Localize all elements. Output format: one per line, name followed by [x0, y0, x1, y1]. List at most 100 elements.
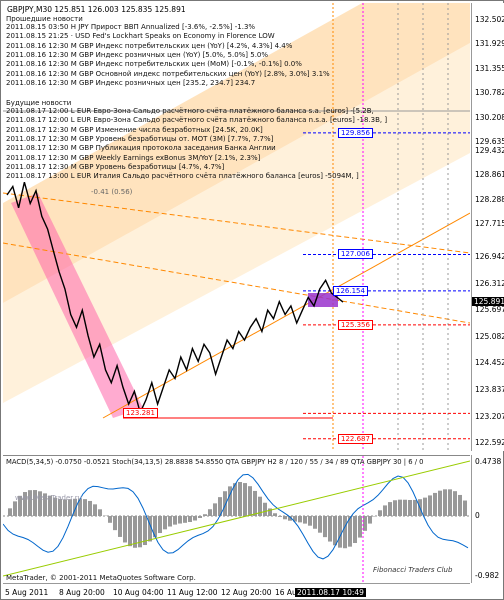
- macd-bar: [213, 503, 217, 516]
- macd-bar: [308, 516, 312, 526]
- news-future-item: 2011.08.17 12:30 M GBP Уровень безработи…: [6, 162, 225, 171]
- macd-bar: [83, 499, 87, 516]
- macd-bar: [163, 516, 167, 530]
- macd-bar: [358, 516, 362, 538]
- macd-bar: [318, 516, 322, 533]
- indicator-pane[interactable]: MACD(5,34,5) -0.0750 -0.0521 Stoch(34,13…: [3, 455, 470, 583]
- macd-bar: [403, 499, 407, 516]
- macd-bar: [408, 500, 412, 516]
- macd-bar: [283, 516, 287, 520]
- news-future-item: 2011.08.17 12:30 M GBP Публикация проток…: [6, 144, 276, 153]
- price-scale-label: 126.942: [475, 252, 504, 262]
- macd-bar: [413, 499, 417, 516]
- macd-bar: [173, 516, 177, 525]
- time-label: 5 Aug 2011: [5, 588, 49, 597]
- macd-bar: [328, 516, 332, 542]
- macd-bar: [433, 492, 437, 516]
- macd-bar: [378, 510, 382, 516]
- macd-bar: [338, 516, 342, 548]
- macd-bar: [373, 516, 377, 517]
- macd-bar: [298, 516, 302, 523]
- macd-bar: [313, 516, 317, 529]
- news-past-item: 2011.08.16 12:30 M GBP Индекс потребител…: [6, 60, 302, 69]
- time-label: 8 Aug 20:00: [59, 588, 105, 597]
- price-scale-label: 130.208: [475, 112, 504, 122]
- news-past-item: 2011.08.16 12:30 M GBP Индекс розничных …: [6, 78, 256, 87]
- macd-bar: [343, 516, 347, 549]
- macd-bar: [398, 499, 402, 516]
- news-past-item: 2011.08.16 12:30 M GBP Индекс розничных …: [6, 50, 269, 59]
- level-label: 123.281: [123, 408, 158, 419]
- news-future-item: 2011.08.17 12:30 M GBP Weekly Earnings e…: [6, 153, 261, 162]
- macd-bar: [93, 504, 97, 516]
- macd-bar: [353, 516, 357, 544]
- chart-window: GBPJPY,M30 125.851 126.003 125.835 125.8…: [0, 0, 504, 600]
- price-scale-label: 124.452: [475, 358, 504, 368]
- watermark-right: Fibonacci Traders Club: [373, 566, 453, 574]
- time-label: 12 Aug 20:00: [221, 588, 272, 597]
- main-chart-pane[interactable]: GBPJPY,M30 125.851 126.003 125.835 125.8…: [3, 3, 470, 451]
- macd-bar: [193, 516, 197, 521]
- time-label: 11 Aug 12:00: [167, 588, 218, 597]
- price-scale-label: 125.082: [475, 331, 504, 341]
- macd-bar: [368, 516, 372, 524]
- macd-bar: [113, 516, 117, 531]
- price-scale-label: 125.697: [475, 305, 504, 315]
- macd-bar: [238, 482, 242, 516]
- macd-bar: [428, 495, 432, 516]
- level-label: 122.687: [338, 433, 373, 444]
- macd-bar: [443, 489, 447, 516]
- macd-bar: [278, 516, 282, 517]
- indicator-header: MACD(5,34,5) -0.0750 -0.0521 Stoch(34,13…: [6, 458, 424, 466]
- macd-bar: [243, 483, 247, 516]
- chart-title: GBPJPY,M30 125.851 126.003 125.835 125.8…: [7, 5, 186, 14]
- price-scale-label: 123.207: [475, 411, 504, 421]
- macd-bar: [438, 490, 442, 516]
- level-label: 126.154: [333, 285, 368, 296]
- macd-bar: [453, 491, 457, 516]
- macd-bar: [98, 509, 102, 516]
- price-scale-label: 122.592: [475, 437, 504, 447]
- indicator-svg: [3, 456, 470, 583]
- current-price-marker: 125.891: [472, 297, 504, 307]
- news-past-item: 2011.08.16 12:30 M GBP Основной индекс п…: [6, 69, 330, 78]
- level-label: 129.856: [338, 127, 373, 138]
- macd-bar: [333, 516, 337, 546]
- news-past-item: 2011.08.16 12:30 M GBP Индекс потребител…: [6, 41, 293, 50]
- macd-bar: [383, 505, 387, 516]
- price-scale-label: 131.355: [475, 63, 504, 73]
- news-future-item: 2011.08.17 12:30 M GBP Изменение числа б…: [6, 125, 263, 134]
- price-scale-label: 129.432: [475, 145, 504, 155]
- macd-bar: [248, 486, 252, 516]
- macd-bar: [203, 514, 207, 516]
- macd-bar: [188, 516, 192, 522]
- macd-bar: [168, 516, 172, 527]
- macd-bar: [263, 502, 267, 516]
- macd-bar: [178, 516, 182, 524]
- news-past-item: 2011.08.15 03:50 H JPY Прирост ВВП Annua…: [6, 23, 256, 31]
- news-future-item: 2011.08.17 12:00 L EUR Евро-Зона Сальдо …: [6, 116, 388, 125]
- macd-bar: [423, 497, 427, 516]
- level-label: 127.006: [338, 249, 373, 260]
- macd-bar: [323, 516, 327, 538]
- price-scale-label: 128.861: [475, 170, 504, 180]
- macd-bar: [123, 516, 127, 543]
- macd-bar: [303, 516, 307, 524]
- price-scale[interactable]: 132.502 131.929 131.355 130.782 130.208 129.6…: [471, 3, 504, 451]
- price-scale-label: 130.782: [475, 88, 504, 98]
- level-label: 125.356: [338, 319, 373, 330]
- macd-histogram: [8, 482, 467, 549]
- time-label: 10 Aug 04:00: [113, 588, 164, 597]
- price-scale-label: 131.929: [475, 39, 504, 49]
- time-scale[interactable]: 5 Aug 2011 8 Aug 20:00 10 Aug 04:00 11 A…: [3, 583, 470, 600]
- macd-bar: [223, 491, 227, 516]
- macd-bar: [363, 516, 367, 531]
- macd-bar: [448, 489, 452, 516]
- indicator-scale-bottom: -0.982: [475, 571, 500, 580]
- news-future-item: 2011.08.17 12:00 L EUR Евро-Зона Сальдо …: [6, 107, 374, 115]
- price-scale-label: 132.502: [475, 14, 504, 24]
- news-past-item: 2011.08.15 21:25 · USD Fed's Lockhart Sp…: [6, 32, 275, 41]
- macd-bar: [253, 490, 257, 516]
- copyright: MetaTrader, © 2001-2011 MetaQuotes Softw…: [6, 574, 196, 582]
- macd-bar: [128, 516, 132, 547]
